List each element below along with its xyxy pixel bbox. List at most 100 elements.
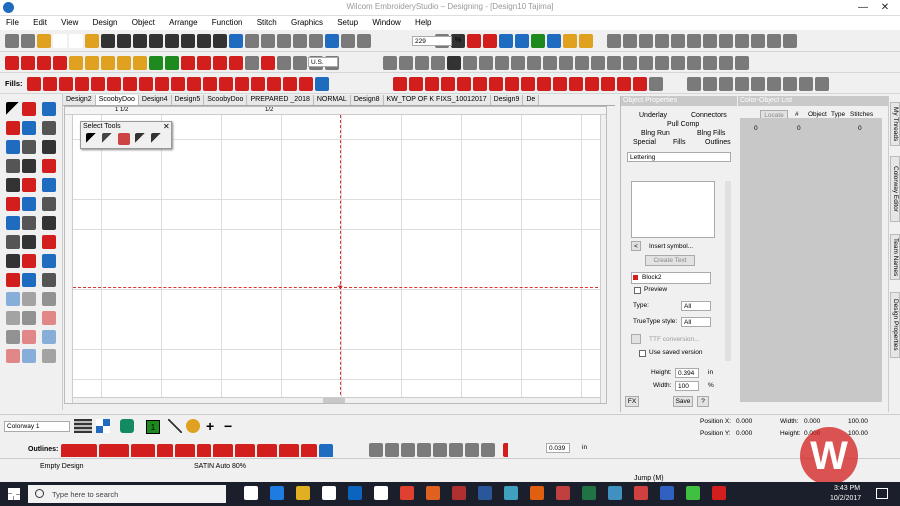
fill-variant-icon[interactable]	[409, 77, 423, 91]
close-curve-icon[interactable]	[447, 56, 461, 70]
lock-icon[interactable]	[6, 292, 20, 306]
outline-icon[interactable]	[101, 56, 115, 70]
app-icon[interactable]	[452, 486, 466, 500]
knife-icon[interactable]	[6, 216, 20, 230]
knife-icon[interactable]	[42, 102, 56, 116]
lock-icon[interactable]	[479, 56, 493, 70]
fill-star-icon[interactable]	[187, 77, 201, 91]
menu-edit[interactable]: Edit	[27, 16, 53, 27]
edge-icon[interactable]	[270, 486, 284, 500]
baseline-icon[interactable]	[639, 56, 653, 70]
shape-icon[interactable]	[42, 216, 56, 230]
width-input[interactable]: 100	[675, 381, 699, 391]
embroidery-icon[interactable]	[277, 56, 291, 70]
lock-icon[interactable]	[42, 178, 56, 192]
zoom-input[interactable]: 229	[412, 36, 452, 46]
save-button[interactable]: Save	[673, 396, 693, 407]
tab-blng-fills[interactable]: Blng Fills	[697, 130, 725, 137]
align-icon[interactable]	[607, 34, 621, 48]
fill-cross-icon[interactable]	[139, 77, 153, 91]
rotate-icon[interactable]	[655, 34, 669, 48]
text-icon[interactable]	[42, 311, 56, 325]
text-icon[interactable]	[6, 121, 20, 135]
fill-variant-icon[interactable]	[489, 77, 503, 91]
arrange-icon[interactable]	[783, 77, 797, 91]
tab-colorway-editor[interactable]: Colorway Editor	[890, 156, 900, 222]
design-icon[interactable]	[499, 34, 513, 48]
mirror-icon[interactable]	[687, 34, 701, 48]
record-icon[interactable]	[42, 254, 56, 268]
print-preview-icon[interactable]	[133, 34, 147, 48]
tatami-icon[interactable]	[69, 56, 83, 70]
outline-zigzag-icon[interactable]	[197, 444, 211, 457]
measure-icon[interactable]	[6, 178, 20, 192]
3d-icon[interactable]	[649, 77, 663, 91]
fill-variant-icon[interactable]	[393, 77, 407, 91]
kern-icon[interactable]	[687, 56, 701, 70]
paste-icon[interactable]	[181, 34, 195, 48]
spacer[interactable]	[497, 443, 501, 457]
cross-icon[interactable]	[197, 56, 211, 70]
width-input-bottom[interactable]: 0.000	[802, 417, 828, 426]
star-icon[interactable]	[6, 254, 20, 268]
fill-box-icon[interactable]	[299, 77, 313, 91]
app-icon[interactable]	[686, 486, 700, 500]
menu-function[interactable]: Function	[206, 16, 249, 27]
object-properties-icon[interactable]	[467, 34, 481, 48]
tab-design-properties[interactable]: Design Properties	[890, 292, 900, 358]
tab-de[interactable]: De	[523, 95, 540, 105]
add-icon[interactable]: +	[206, 419, 220, 433]
panel-scrollbar[interactable]	[725, 181, 731, 361]
app-icon[interactable]	[504, 486, 518, 500]
stitch-player-icon[interactable]	[229, 34, 243, 48]
fill-rings-icon[interactable]	[251, 77, 265, 91]
image-icon[interactable]	[527, 56, 541, 70]
fill-variant-icon[interactable]	[617, 77, 631, 91]
paint-icon[interactable]	[186, 419, 200, 433]
fill-variant-icon[interactable]	[601, 77, 615, 91]
menu-window[interactable]: Window	[366, 16, 406, 27]
app-icon[interactable]	[634, 486, 648, 500]
appliqué-icon[interactable]	[22, 292, 36, 306]
fill-diamond-icon[interactable]	[123, 77, 137, 91]
circle-icon[interactable]	[22, 140, 36, 154]
pattern-icon[interactable]	[245, 56, 259, 70]
scale-icon[interactable]	[719, 34, 733, 48]
arrange-icon[interactable]	[815, 77, 829, 91]
outline-bean-icon[interactable]	[157, 444, 173, 457]
truetype-style-select[interactable]: All	[681, 317, 711, 327]
redo-icon[interactable]	[213, 34, 227, 48]
color-object-grid[interactable]	[740, 118, 882, 402]
fill-variant-icon[interactable]	[537, 77, 551, 91]
satin-icon[interactable]	[37, 56, 51, 70]
fill-icon[interactable]	[6, 140, 20, 154]
copy-icon[interactable]	[165, 34, 179, 48]
tab-design8[interactable]: Design8	[350, 95, 384, 105]
mirror-icon[interactable]	[703, 34, 717, 48]
fill-wave-icon[interactable]	[43, 77, 57, 91]
type-select[interactable]: All	[681, 301, 711, 311]
align-icon[interactable]	[639, 34, 653, 48]
outline-run-icon[interactable]	[61, 444, 97, 457]
close-icon[interactable]: ✕	[163, 122, 170, 131]
cut-icon[interactable]	[149, 34, 163, 48]
column-icon[interactable]	[85, 56, 99, 70]
word-icon[interactable]	[478, 486, 492, 500]
letter-icon[interactable]	[575, 56, 589, 70]
fill-motif-icon[interactable]	[107, 77, 121, 91]
tab-normal[interactable]: NORMAL	[313, 95, 351, 105]
star-icon[interactable]	[42, 140, 56, 154]
reshape-icon[interactable]	[5, 56, 19, 70]
task-view-icon[interactable]	[244, 486, 258, 500]
slow-redraw-icon[interactable]	[261, 34, 275, 48]
outline-chain-icon[interactable]	[279, 444, 299, 457]
use-saved-version-checkbox[interactable]	[639, 350, 646, 357]
rotate-icon[interactable]	[671, 34, 685, 48]
fill-icon[interactable]	[53, 56, 67, 70]
run-icon[interactable]	[6, 159, 20, 173]
hoop-icon[interactable]	[277, 34, 291, 48]
app-icon[interactable]	[608, 486, 622, 500]
text-entry-box[interactable]	[631, 181, 715, 238]
menu-object[interactable]: Object	[126, 16, 161, 27]
menu-stitch[interactable]: Stitch	[251, 16, 283, 27]
